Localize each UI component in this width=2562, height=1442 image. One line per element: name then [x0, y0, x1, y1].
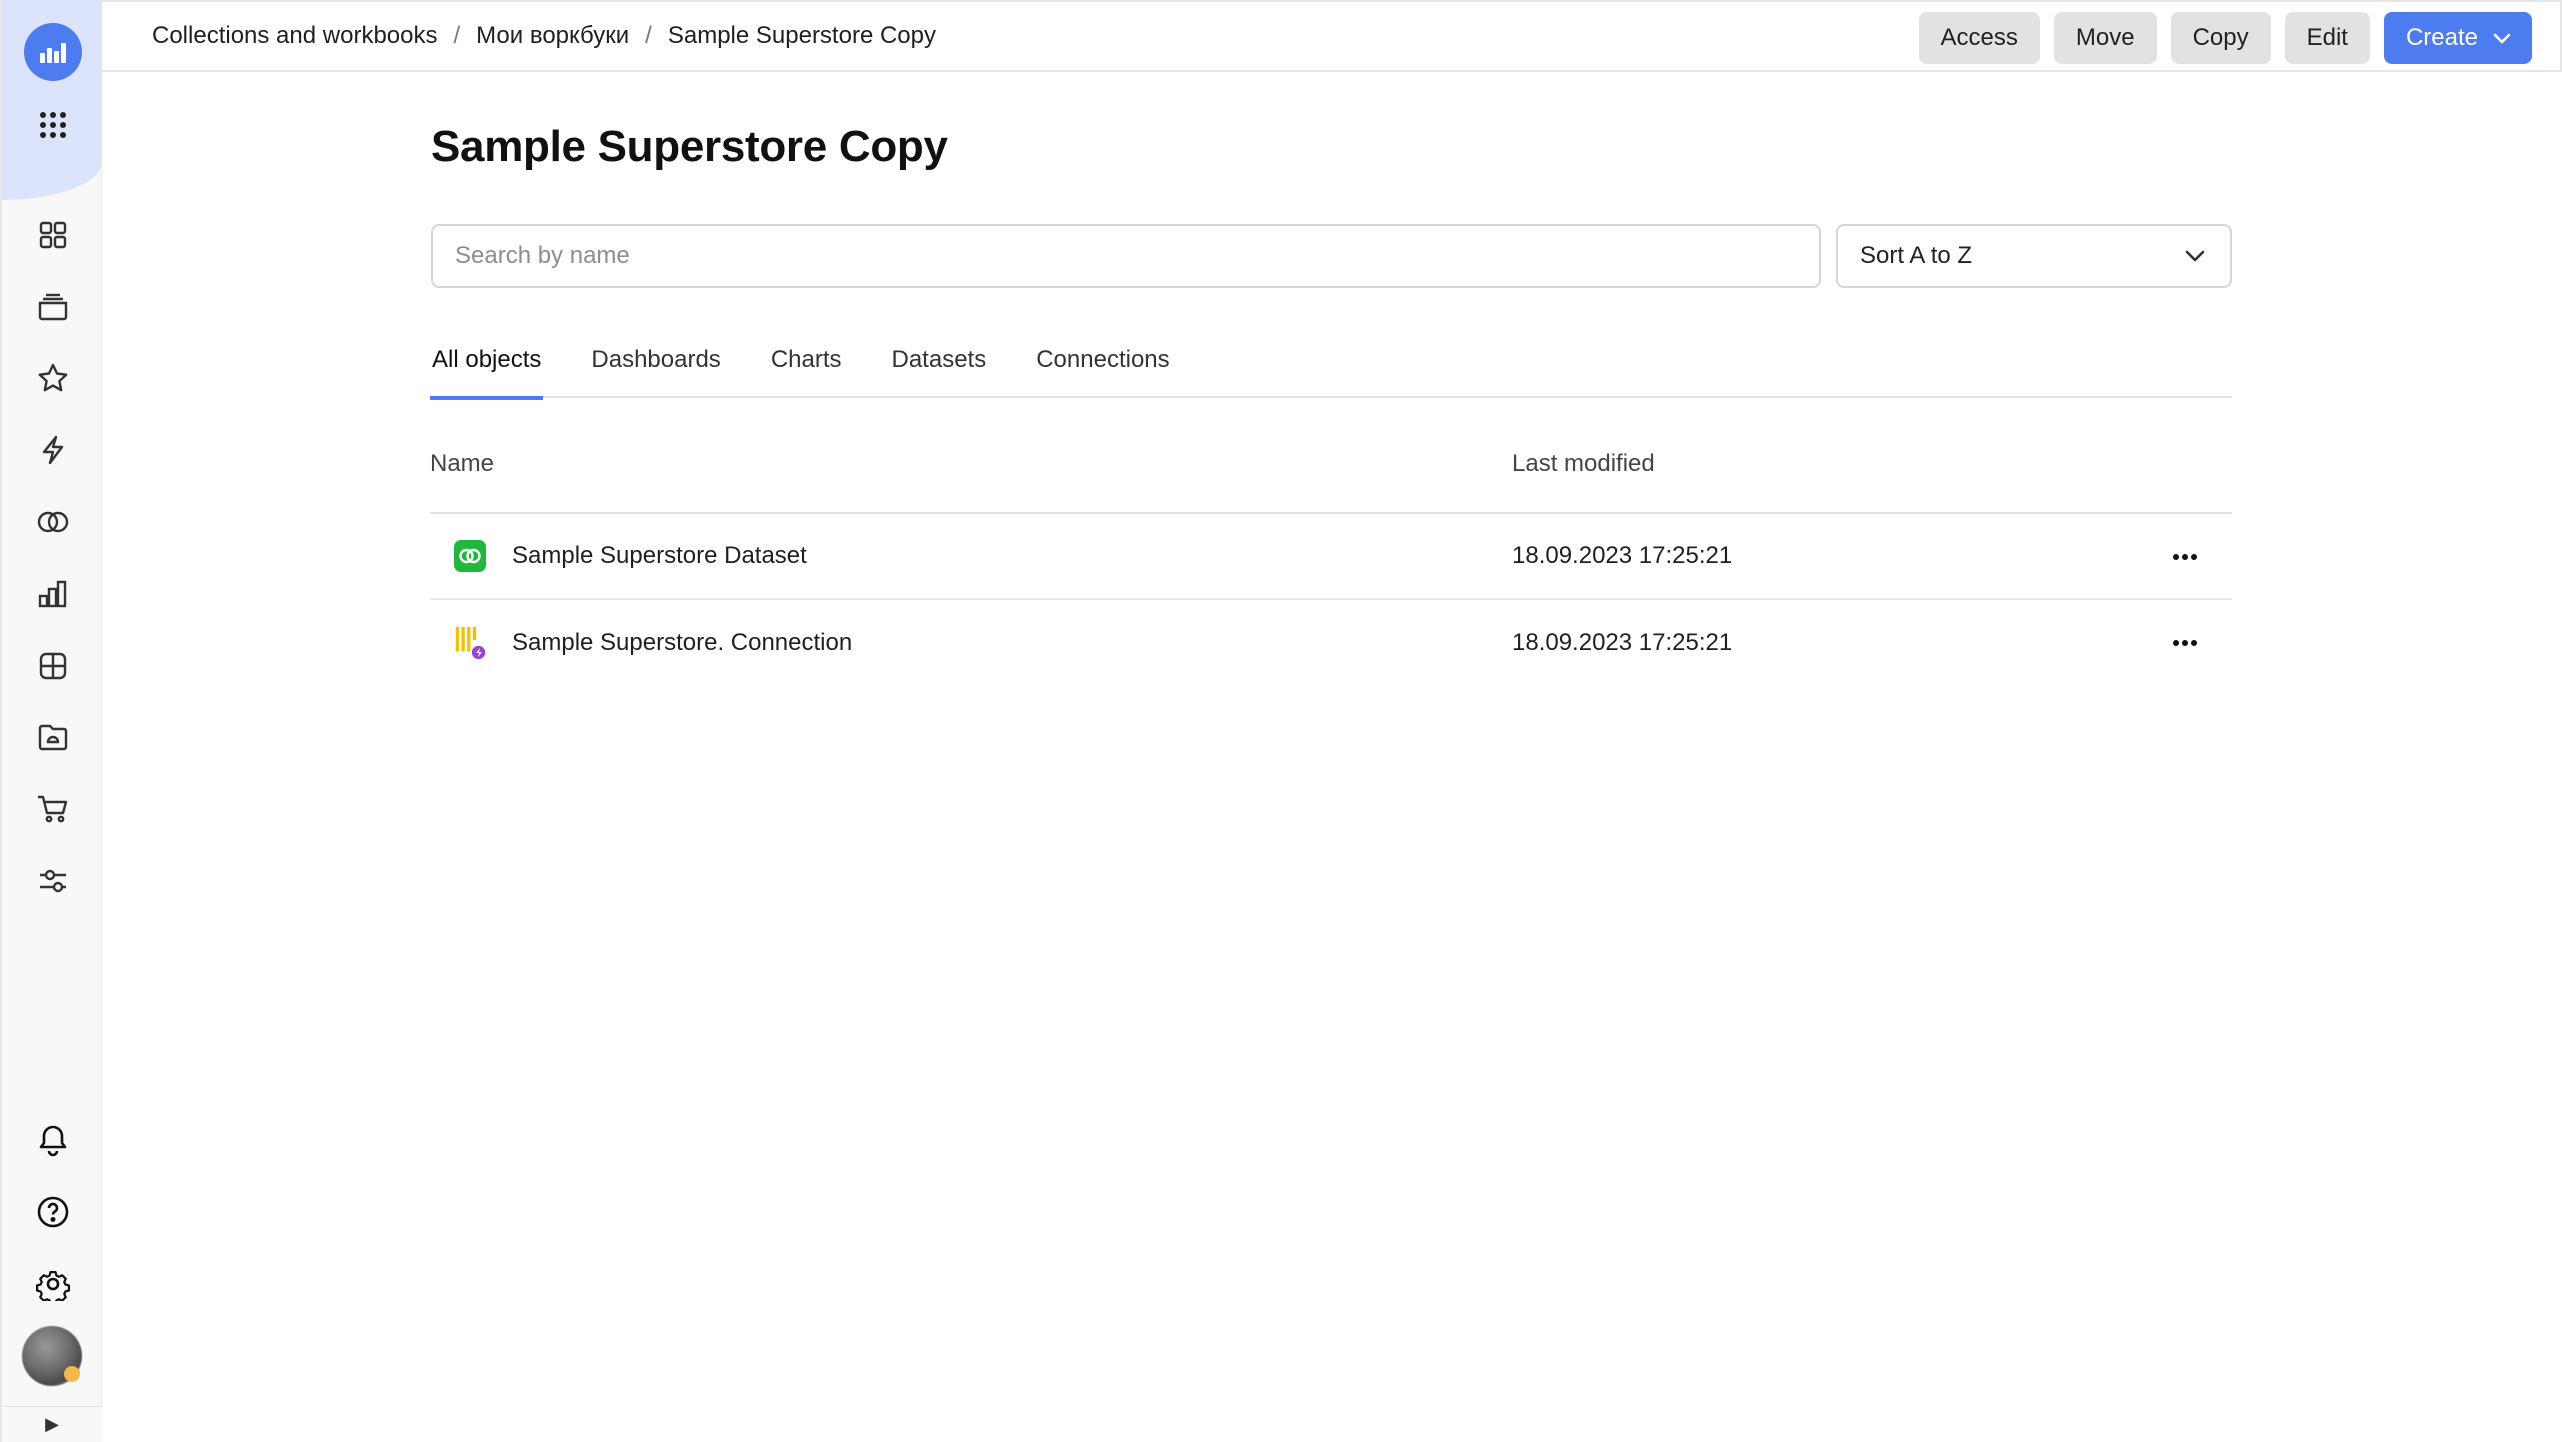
- column-header-name[interactable]: Name: [430, 448, 1512, 512]
- dashboards-icon[interactable]: [30, 643, 76, 689]
- create-button[interactable]: Create: [2383, 12, 2532, 64]
- breadcrumb: Collections and workbooks / Мои воркбуки…: [152, 22, 936, 50]
- connection-icon: [452, 625, 488, 661]
- row-name: Sample Superstore Dataset: [512, 542, 807, 569]
- marketplace-icon[interactable]: [30, 786, 76, 832]
- row-last-modified: 18.09.2023 17:25:21: [1512, 629, 1733, 656]
- objects-table: Name Last modified Sample Superstore Dat…: [430, 448, 2232, 686]
- settings-icon[interactable]: [30, 1261, 76, 1307]
- top-header: Collections and workbooks / Мои воркбуки…: [102, 0, 2562, 72]
- breadcrumb-separator: /: [645, 22, 652, 49]
- tab-all-objects[interactable]: All objects: [430, 344, 544, 400]
- breadcrumb-item-collections[interactable]: Collections and workbooks: [152, 22, 437, 50]
- tab-charts[interactable]: Charts: [769, 344, 844, 398]
- workbooks-icon[interactable]: [30, 284, 76, 330]
- play-icon: ▶: [45, 1414, 59, 1434]
- table-header: Name Last modified: [430, 448, 2232, 514]
- sidebar: ▶: [0, 0, 102, 1442]
- header-actions: Access Move Copy Edit Create: [1918, 12, 2532, 64]
- sort-select[interactable]: Sort A to Z: [1836, 224, 2232, 288]
- tab-dashboards[interactable]: Dashboards: [589, 344, 722, 398]
- services-grid-icon[interactable]: [30, 102, 76, 148]
- copy-button[interactable]: Copy: [2170, 12, 2271, 64]
- tab-connections[interactable]: Connections: [1034, 344, 1171, 398]
- chevron-down-icon: [2185, 250, 2205, 262]
- table-row[interactable]: Sample Superstore Dataset 18.09.2023 17:…: [430, 514, 2232, 600]
- move-button[interactable]: Move: [2053, 12, 2157, 64]
- row-name: Sample Superstore. Connection: [512, 629, 853, 656]
- tab-datasets[interactable]: Datasets: [890, 344, 989, 398]
- chevron-down-icon: [2493, 33, 2511, 44]
- reports-icon[interactable]: [30, 714, 76, 760]
- breadcrumb-item-my-workbooks[interactable]: Мои воркбуки: [476, 22, 629, 50]
- datasets-icon[interactable]: [30, 499, 76, 545]
- breadcrumb-separator: /: [453, 22, 461, 49]
- expand-sidebar-button[interactable]: ▶: [2, 1406, 102, 1442]
- dataset-icon: [452, 538, 488, 574]
- edit-button[interactable]: Edit: [2284, 12, 2370, 64]
- table-row[interactable]: Sample Superstore. Connection 18.09.2023…: [430, 600, 2232, 686]
- row-last-modified: 18.09.2023 17:25:21: [1512, 542, 1733, 569]
- more-actions-icon[interactable]: [2168, 626, 2202, 660]
- charts-icon[interactable]: [30, 571, 76, 617]
- sort-select-value: Sort A to Z: [1860, 242, 1973, 269]
- favorites-icon[interactable]: [30, 355, 76, 401]
- page-title: Sample Superstore Copy: [431, 122, 948, 171]
- search-input[interactable]: [431, 224, 1821, 288]
- notifications-icon[interactable]: [30, 1117, 76, 1163]
- breadcrumb-item-current: Sample Superstore Copy: [667, 22, 936, 49]
- collections-icon[interactable]: [30, 212, 76, 258]
- object-tabs: All objects Dashboards Charts Datasets C…: [430, 344, 2232, 400]
- settings-sliders-icon[interactable]: [30, 858, 76, 904]
- create-button-label: Create: [2405, 24, 2478, 51]
- connections-icon[interactable]: [30, 427, 76, 473]
- access-button[interactable]: Access: [1918, 12, 2040, 64]
- logo-icon[interactable]: [24, 23, 82, 81]
- row-name-cell: Sample Superstore Dataset: [430, 538, 1512, 574]
- row-name-cell: Sample Superstore. Connection: [430, 625, 1512, 661]
- column-header-last-modified[interactable]: Last modified: [1512, 448, 1655, 512]
- more-actions-icon[interactable]: [2168, 540, 2202, 574]
- help-icon[interactable]: [30, 1189, 76, 1235]
- avatar-status-badge: [64, 1366, 80, 1382]
